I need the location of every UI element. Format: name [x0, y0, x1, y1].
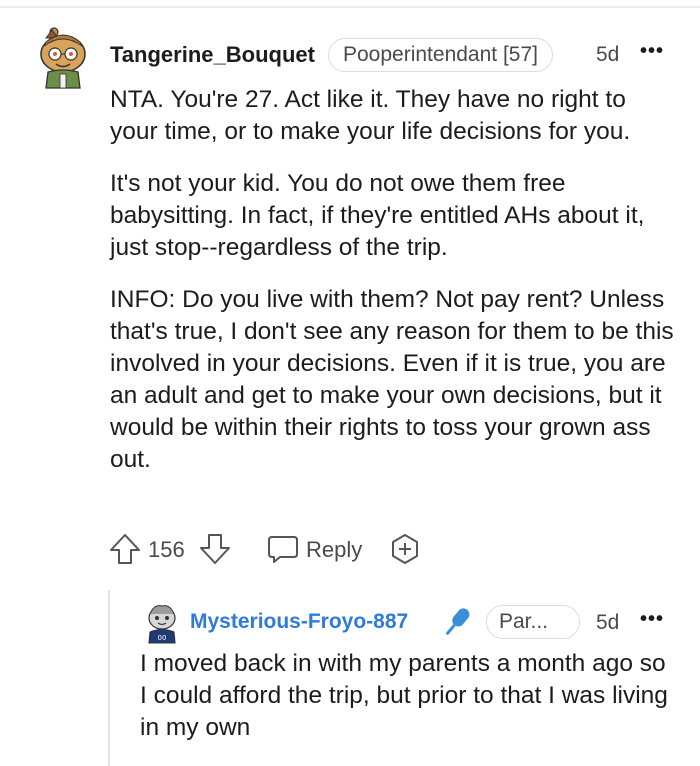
reply-body: I moved back in with my parents a month … [140, 648, 670, 744]
reply-avatar[interactable]: 00 [142, 602, 182, 644]
plus-award-icon[interactable] [388, 532, 422, 566]
comment-action-bar: 156 Reply [108, 532, 438, 568]
reply-text: I moved back in with my parents a month … [140, 650, 668, 741]
comment-paragraph: NTA. You're 27. Act like it. They have n… [110, 86, 631, 145]
comment-body: NTA. You're 27. Act like it. They have n… [110, 84, 680, 496]
arrow-up-icon[interactable] [108, 532, 142, 566]
more-options-icon[interactable]: ••• [640, 40, 664, 63]
svg-text:00: 00 [158, 634, 167, 642]
comment-paragraph: INFO: Do you live with them? Not pay ren… [110, 286, 674, 473]
more-options-icon[interactable]: ••• [640, 608, 664, 631]
comment-timestamp: 5d [596, 43, 620, 66]
top-divider [0, 6, 700, 8]
user-flair: Pooperintendant [57] [328, 38, 553, 72]
comment-username[interactable]: Tangerine_Bouquet [110, 42, 315, 68]
reply-timestamp: 5d [596, 611, 620, 634]
speech-bubble-icon[interactable] [266, 532, 300, 566]
reply-username[interactable]: Mysterious-Froyo-887 [190, 610, 408, 634]
comment-paragraph: It's not your kid. You do not owe them f… [110, 170, 645, 261]
reply-button[interactable]: Reply [306, 537, 362, 563]
vote-score: 156 [148, 537, 185, 562]
reply-user-flair: Par... [486, 605, 580, 639]
microphone-icon [445, 608, 470, 636]
thread-line[interactable] [108, 590, 110, 766]
user-avatar[interactable] [34, 24, 92, 90]
arrow-down-icon[interactable] [198, 532, 232, 566]
